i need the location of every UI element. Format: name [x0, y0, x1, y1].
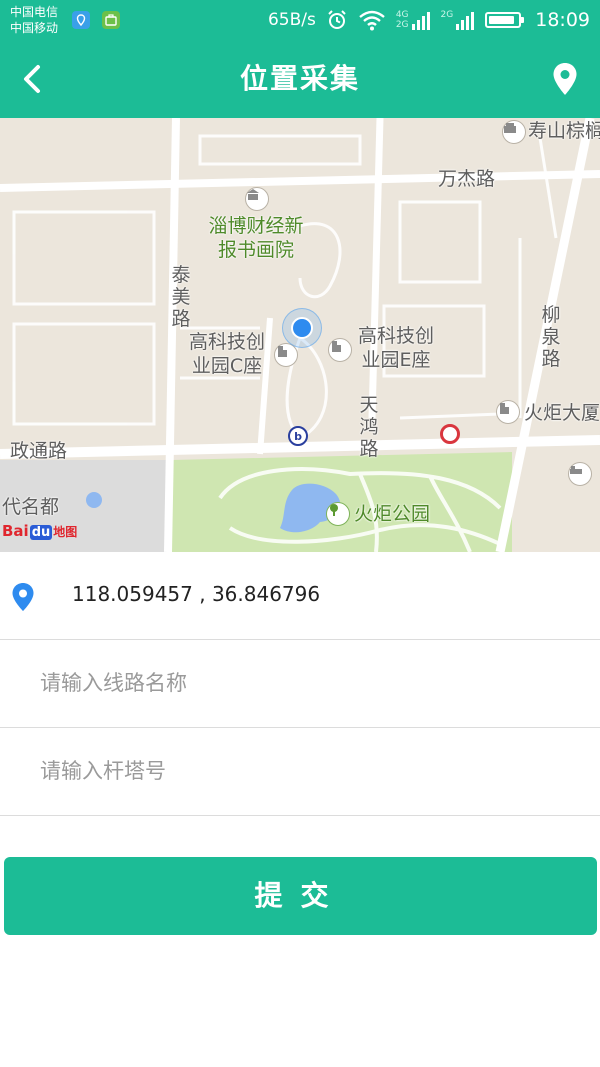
tower-poi-icon[interactable]	[496, 400, 520, 424]
map-label-wanjie-road: 万杰路	[438, 168, 496, 190]
map-label-taimei-road: 泰美路	[171, 264, 191, 330]
locate-button[interactable]	[548, 62, 582, 96]
map-label-liuquan-road: 柳泉路	[541, 304, 561, 370]
coordinates-value: 118.059457 , 36.846796	[72, 582, 321, 606]
map-app-notification-icon	[72, 11, 90, 29]
bus-stop-icon[interactable]: b	[288, 426, 308, 446]
status-bar: 中国电信 中国移动 65B/s 4G 2G 2G 18:09	[0, 0, 600, 40]
map-label-park-e: 高科技创业园E座	[357, 325, 434, 371]
map-view[interactable]: b 寿山棕榈 万杰路 淄博财经新报书画院 泰美路 柳泉路 高科技创业园C座 高科…	[0, 118, 600, 552]
map-label-dai-mingdu: 代名都	[2, 496, 60, 518]
baidu-logo-ditu: 地图	[53, 525, 78, 539]
hotel-poi-icon[interactable]	[502, 120, 526, 144]
tower-number-input[interactable]	[40, 728, 560, 814]
map-label-tianhong-road: 天鸿路	[359, 394, 379, 460]
carrier-1: 中国电信	[10, 5, 59, 19]
alarm-icon	[328, 10, 346, 29]
signal-bars-2-icon	[456, 12, 475, 30]
map-label-huoju-park: 火炬公园	[354, 503, 431, 525]
signal-2g: 2G	[441, 10, 476, 30]
carrier-2: 中国移动	[10, 21, 59, 35]
page-title: 位置采集	[239, 62, 360, 95]
network-2g-label-b: 2G	[440, 10, 454, 20]
current-location-marker	[282, 308, 322, 348]
network-4g-label: 4G	[395, 10, 409, 20]
network-speed: 65B/s	[267, 10, 316, 30]
map-label-park-c: 高科技创业园C座	[188, 331, 265, 377]
line-name-input[interactable]	[40, 640, 560, 726]
bed-poi-icon[interactable]	[568, 462, 592, 486]
app-bar: 位置采集	[0, 40, 600, 118]
chevron-left-icon	[24, 65, 40, 93]
baidu-logo-du: du	[29, 525, 53, 540]
subway-icon[interactable]	[440, 424, 460, 444]
briefcase-notification-icon	[102, 11, 120, 29]
carrier-names: 中国电信 中国移动	[10, 4, 58, 36]
office-poi-icon-e[interactable]	[328, 338, 352, 362]
park-poi-icon[interactable]	[326, 502, 350, 526]
signal-4g: 4G 2G	[396, 10, 431, 30]
wifi-icon	[359, 10, 385, 31]
map-label-huoju-tower: 火炬大厦	[524, 402, 600, 424]
map-label-zibo-school: 淄博财经新报书画院	[208, 215, 304, 261]
back-button[interactable]	[12, 59, 52, 99]
map-label-zhengtong-road: 政通路	[10, 440, 68, 462]
battery-icon	[485, 12, 525, 28]
signal-bars-icon	[411, 12, 430, 30]
map-label-shoushan: 寿山棕榈	[528, 120, 600, 142]
baidu-map-logo: Bai du 地图	[2, 522, 77, 540]
baidu-logo-bai: Bai	[2, 522, 29, 540]
submit-button[interactable]: 提交	[4, 857, 597, 935]
location-pin-icon	[12, 583, 34, 611]
map-pin-icon	[553, 63, 577, 95]
line-name-row	[0, 640, 600, 728]
coordinates-row: 118.059457 , 36.846796	[0, 552, 600, 640]
school-poi-icon[interactable]	[245, 187, 269, 211]
clock: 18:09	[535, 9, 590, 31]
battery-level	[489, 16, 515, 24]
network-2g-label-a: 2G	[395, 20, 409, 30]
tower-number-row	[0, 728, 600, 816]
